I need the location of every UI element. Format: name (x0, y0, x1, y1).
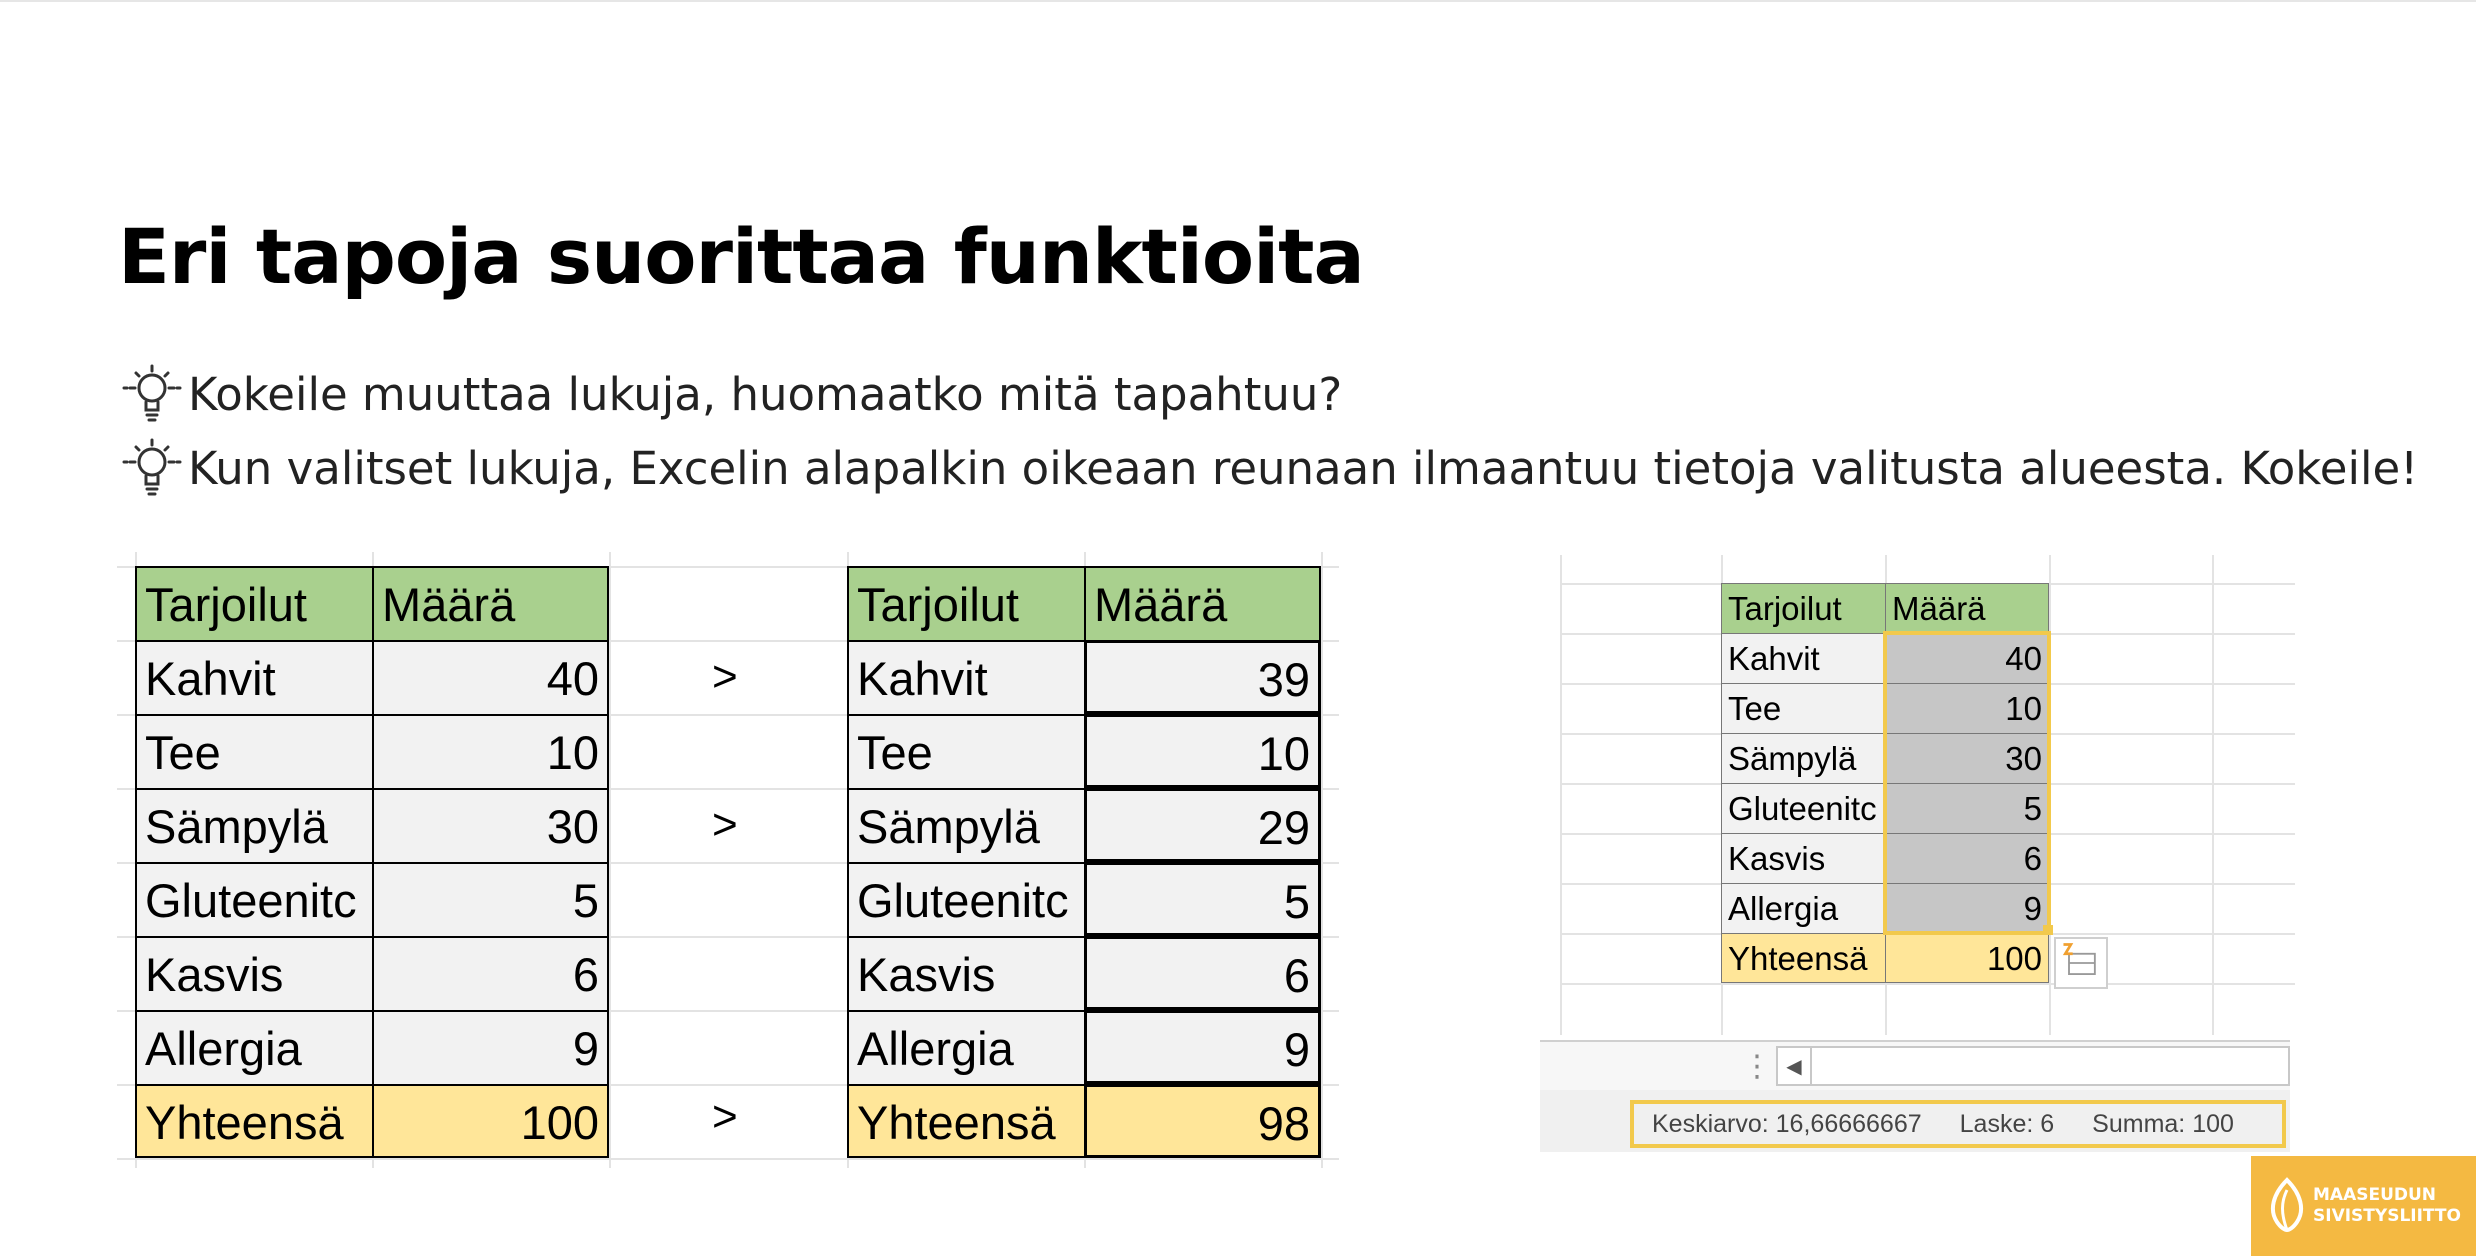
triangle-left-icon: ◀ (1786, 1054, 1802, 1078)
table-cell[interactable]: 9 (1084, 1010, 1321, 1084)
table-cell[interactable]: 40 (372, 640, 609, 714)
tab-split-handle[interactable]: ⋮ (1742, 1052, 1772, 1082)
table-cell[interactable]: Gluteenitc (135, 862, 372, 936)
tip-2: Kun valitset lukuja, Excelin alapalkin o… (118, 434, 2418, 502)
logo-line-2: SIVISTYSLIITTO (2313, 1206, 2461, 1226)
table-cell[interactable]: Kahvit (847, 640, 1084, 714)
lightbulb-icon (122, 438, 182, 496)
table-cell[interactable]: 98 (1084, 1084, 1321, 1158)
table-cell[interactable]: 10 (1084, 714, 1321, 788)
header-cell[interactable]: Tarjoilut (1721, 583, 1885, 633)
table-cell[interactable]: Tee (847, 714, 1084, 788)
fill-handle[interactable] (2043, 925, 2053, 935)
table-cell[interactable]: 5 (1084, 862, 1321, 936)
arrow-row-kahvit: > (712, 652, 738, 701)
horizontal-scrollbar[interactable] (1812, 1046, 2290, 1086)
table-cell[interactable]: Allergia (847, 1010, 1084, 1084)
slide-title: Eri tapoja suorittaa funktioita (118, 212, 1365, 301)
tip-1-text: Kokeile muuttaa lukuja, huomaatko mitä t… (188, 367, 1343, 421)
tip-2-text: Kun valitset lukuja, Excelin alapalkin o… (188, 441, 2419, 495)
selection-highlight (1883, 631, 2051, 935)
header-cell[interactable]: Tarjoilut (847, 566, 1084, 640)
arrow-row-sampyla: > (712, 800, 738, 849)
header-cell[interactable]: Määrä (1084, 566, 1321, 640)
lightbulb-icon (122, 364, 182, 422)
tip-1: Kokeile muuttaa lukuja, huomaatko mitä t… (118, 360, 1342, 428)
quick-analysis-button[interactable] (2054, 937, 2108, 989)
table-cell[interactable]: Kasvis (135, 936, 372, 1010)
gridline (2212, 555, 2214, 1035)
table-cell[interactable]: Yhteensä (847, 1084, 1084, 1158)
scroll-left-button[interactable]: ◀ (1776, 1046, 1812, 1086)
table-cell[interactable]: Tee (135, 714, 372, 788)
table-cell[interactable]: Tee (1721, 683, 1885, 733)
status-bar-summary[interactable]: Keskiarvo: 16,66666667 Laske: 6 Summa: 1… (1630, 1100, 2286, 1148)
table-cell[interactable]: 10 (372, 714, 609, 788)
quick-analysis-icon (2062, 943, 2096, 975)
maaseudun-sivistysliitto-logo: MAASEUDUN SIVISTYSLIITTO (2251, 1156, 2476, 1256)
header-cell[interactable]: Tarjoilut (135, 566, 372, 640)
header-cell[interactable]: Määrä (1885, 583, 2049, 633)
header-cell[interactable]: Määrä (372, 566, 609, 640)
status-sum: Summa: 100 (2092, 1109, 2234, 1138)
table-cell[interactable]: 9 (372, 1010, 609, 1084)
table-cell[interactable]: Yhteensä (1721, 933, 1885, 983)
table-cell[interactable]: Gluteenitc (847, 862, 1084, 936)
table-cell[interactable]: Allergia (1721, 883, 1885, 933)
gridline (1560, 555, 1562, 1035)
table-cell[interactable]: Kasvis (847, 936, 1084, 1010)
status-count: Laske: 6 (1959, 1109, 2055, 1138)
table-cell[interactable]: 5 (372, 862, 609, 936)
table-cell[interactable]: 100 (1885, 933, 2049, 983)
table-cell[interactable]: Gluteenitc (1721, 783, 1885, 833)
table-cell[interactable]: Sämpylä (135, 788, 372, 862)
gridline (117, 1158, 859, 1160)
top-divider (0, 0, 2476, 2)
table-cell[interactable]: 39 (1084, 640, 1321, 714)
table-cell[interactable]: Allergia (135, 1010, 372, 1084)
table-cell[interactable]: Yhteensä (135, 1084, 372, 1158)
table-cell[interactable]: Sämpylä (847, 788, 1084, 862)
logo-line-1: MAASEUDUN (2313, 1185, 2437, 1205)
table-cell[interactable]: Kahvit (135, 640, 372, 714)
gridline (1560, 983, 2295, 985)
table-cell[interactable]: Kahvit (1721, 633, 1885, 683)
table-cell[interactable]: 100 (372, 1084, 609, 1158)
table-cell[interactable]: 30 (372, 788, 609, 862)
gridline (609, 552, 611, 1168)
table-cell[interactable]: Sämpylä (1721, 733, 1885, 783)
table-cell[interactable]: Kasvis (1721, 833, 1885, 883)
gridline (1321, 552, 1323, 1168)
arrow-row-yhteensa: > (712, 1092, 738, 1141)
leaf-logo-icon (2270, 1177, 2304, 1233)
table-cell[interactable]: 6 (372, 936, 609, 1010)
status-average: Keskiarvo: 16,66666667 (1652, 1109, 1922, 1138)
table-cell[interactable]: 29 (1084, 788, 1321, 862)
table-cell[interactable]: 6 (1084, 936, 1321, 1010)
